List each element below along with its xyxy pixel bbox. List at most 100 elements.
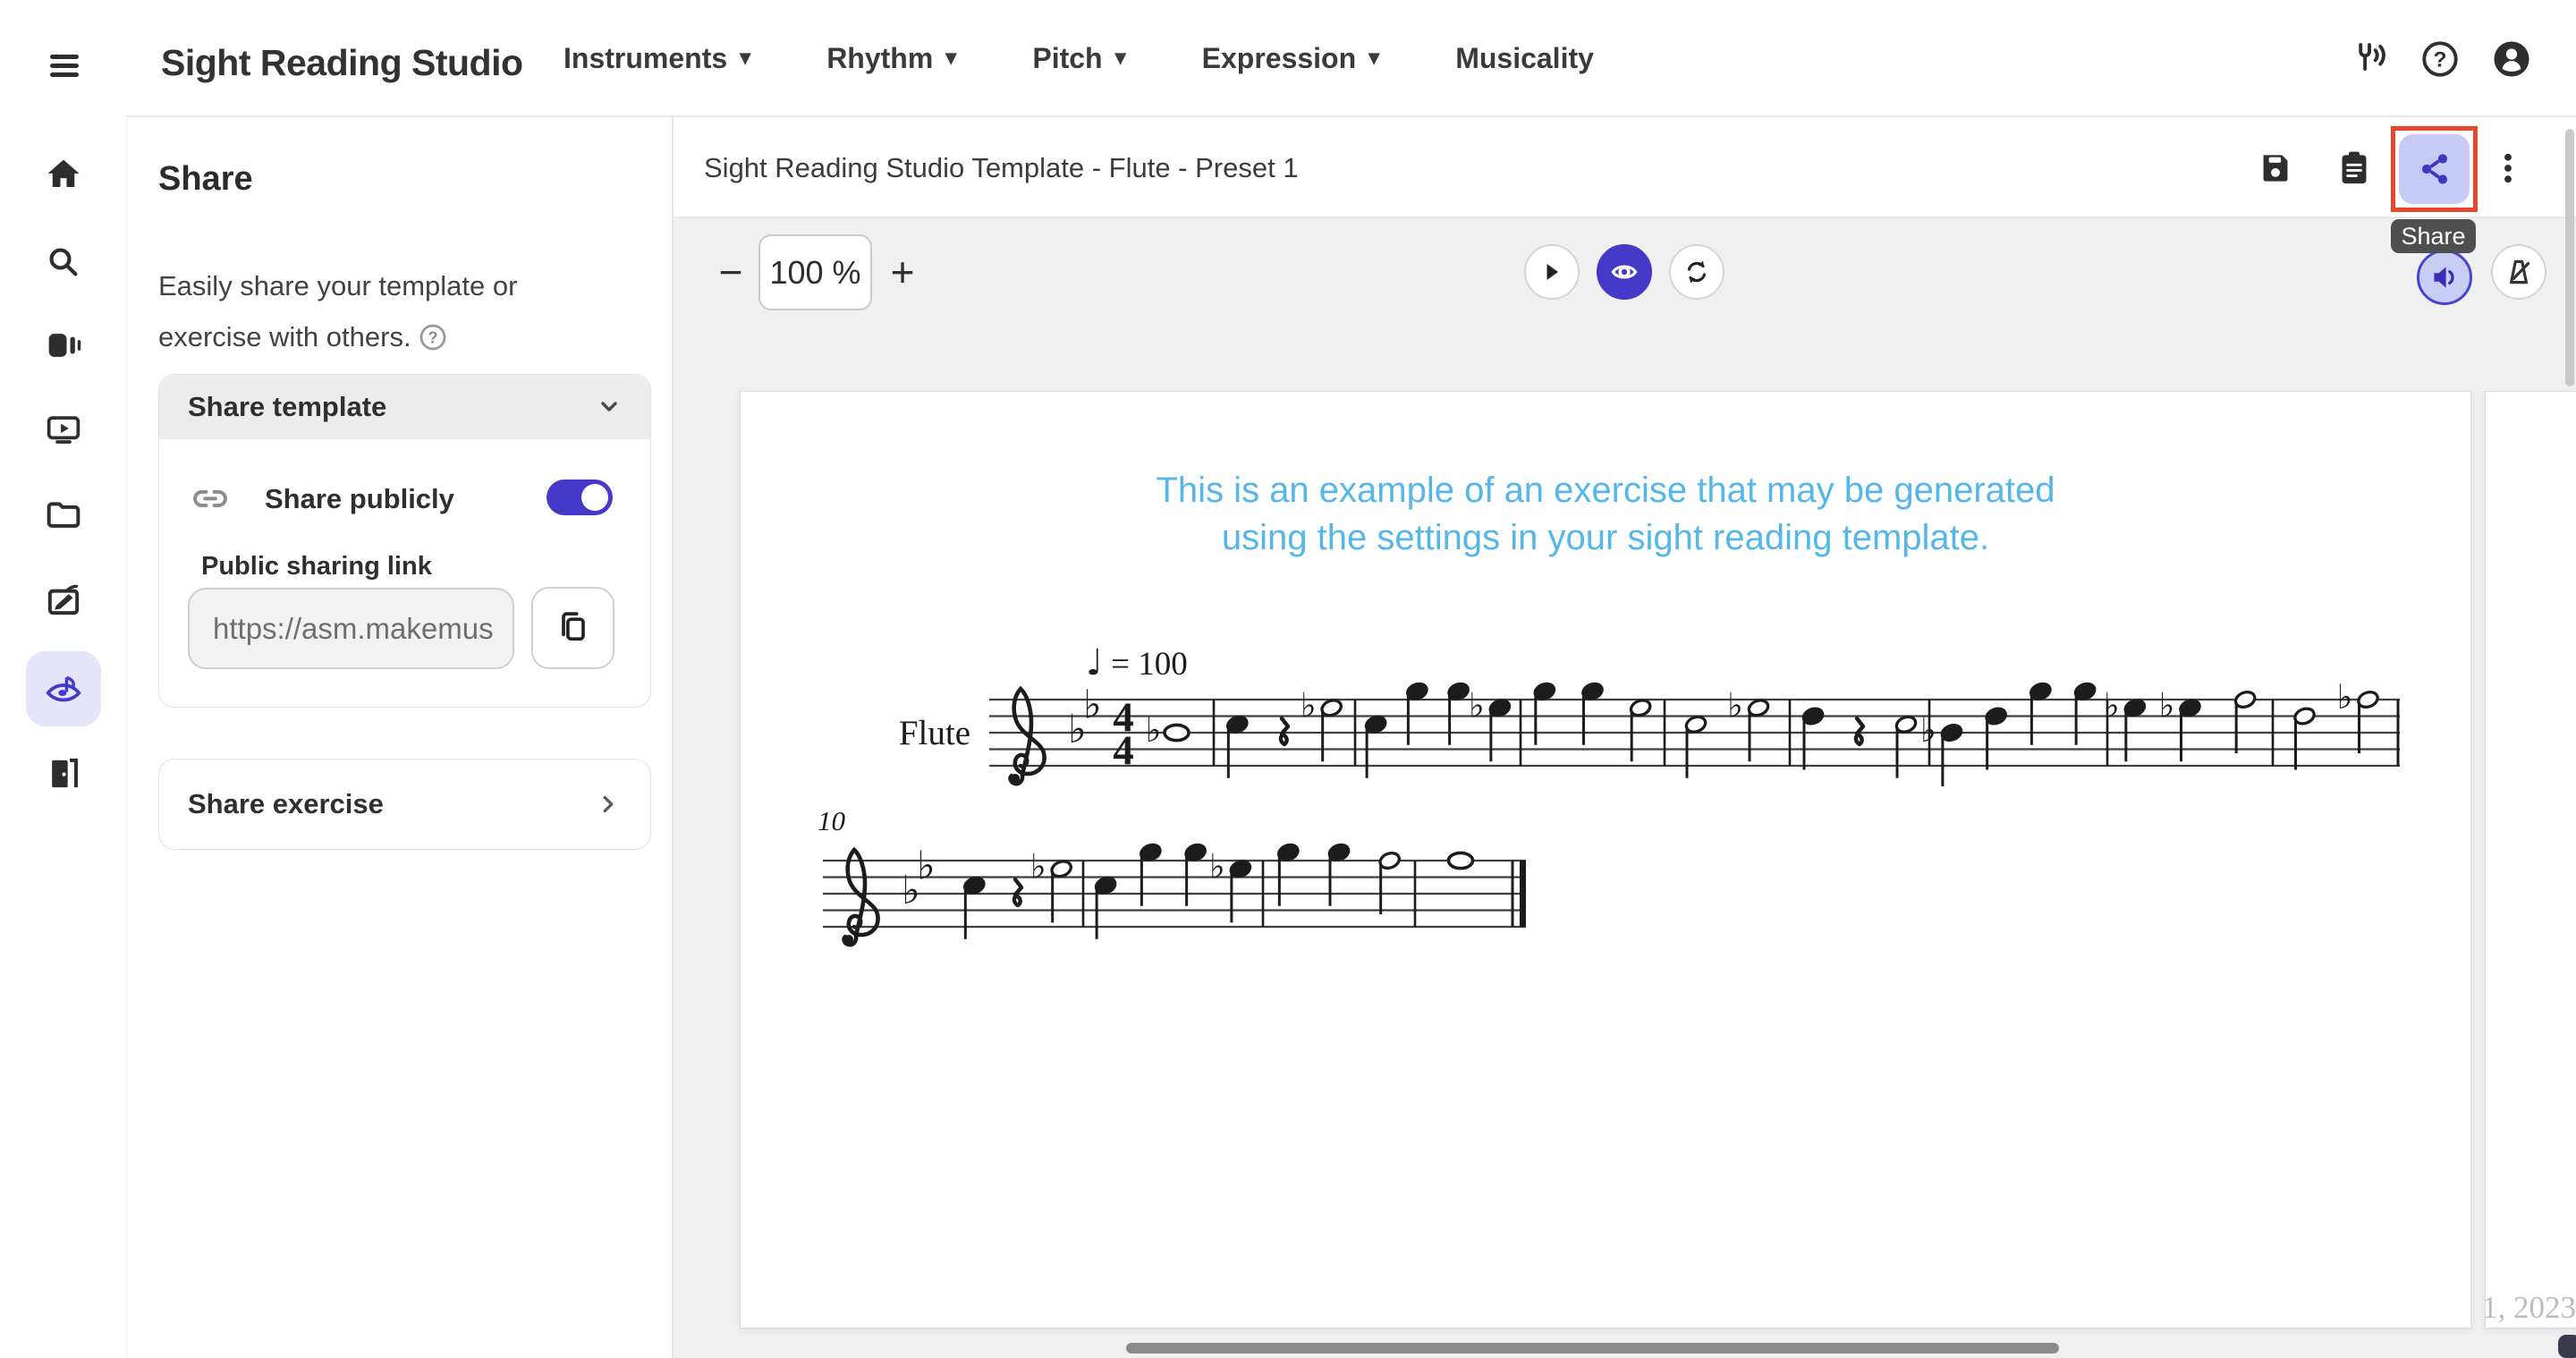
svg-text:♩ = 100: ♩ = 100	[1086, 642, 1188, 683]
share-tooltip: Share	[2391, 219, 2476, 253]
play-icon	[1536, 256, 1568, 288]
search-icon	[45, 243, 82, 281]
nav-expression[interactable]: Expression▾	[1202, 42, 1380, 75]
speaker-icon	[2428, 260, 2462, 294]
svg-text:♭: ♭	[1146, 710, 1162, 750]
chevron-down-icon	[593, 391, 625, 423]
sidebar-item-compose[interactable]	[26, 562, 101, 637]
more-options-button[interactable]	[2486, 146, 2530, 191]
hamburger-icon	[45, 47, 84, 83]
volume-button[interactable]	[2417, 250, 2472, 305]
nav-instruments[interactable]: Instruments▾	[564, 42, 750, 75]
account-button[interactable]	[2492, 39, 2531, 79]
share-template-header[interactable]: Share template	[159, 375, 650, 439]
sidebar-item-sight-reading[interactable]	[26, 651, 101, 726]
share-publicly-toggle[interactable]	[547, 480, 613, 515]
link-icon	[191, 480, 229, 518]
sidebar-item-home[interactable]	[26, 137, 101, 212]
flashcards-icon	[45, 327, 82, 364]
share-panel-title: Share	[158, 160, 253, 199]
account-icon	[2492, 39, 2531, 79]
video-player-icon	[45, 411, 82, 448]
toggle-knob	[581, 484, 608, 511]
score-page-next	[2485, 391, 2576, 1328]
save-button[interactable]	[2253, 146, 2298, 191]
svg-text:Flute: Flute	[899, 714, 970, 752]
home-icon	[45, 156, 82, 193]
svg-text:♭: ♭	[1301, 685, 1317, 725]
svg-text:4: 4	[1113, 727, 1134, 774]
svg-text:?: ?	[428, 329, 437, 347]
zoom-out-button[interactable]: −	[706, 247, 756, 297]
music-notation: ♭♭44♭♭♭♭♭♭♭♭Flute♩ = 100♭♭10♭♭	[741, 392, 2472, 1329]
main-nav: Instruments▾ Rhythm▾ Pitch▾ Expression▾ …	[564, 0, 1594, 116]
help-circle-icon[interactable]: ?	[419, 317, 447, 368]
app-title: Sight Reading Studio	[161, 42, 523, 84]
copy-link-button[interactable]	[531, 587, 614, 669]
sight-reading-icon	[43, 668, 84, 709]
app-bar: Sight Reading Studio Instruments▾ Rhythm…	[0, 0, 2576, 116]
svg-text:♭: ♭	[1920, 710, 1936, 750]
copy-icon	[554, 608, 593, 648]
score-page: This is an example of an exercise that m…	[740, 391, 2471, 1328]
metronome-icon	[2502, 255, 2536, 289]
tuner-button[interactable]	[2350, 39, 2389, 79]
share-panel: Share Easily share your template or exer…	[128, 117, 674, 1358]
app-root: Sight Reading Studio Instruments▾ Rhythm…	[0, 0, 2576, 1358]
zoom-in-button[interactable]: +	[877, 247, 928, 297]
appbar-divider	[127, 115, 2576, 117]
sidebar-item-search[interactable]	[26, 225, 101, 300]
save-icon	[2256, 149, 2295, 188]
sidebar-item-files[interactable]	[26, 477, 101, 552]
help-icon: ?	[2420, 39, 2460, 79]
nav-musicality[interactable]: Musicality	[1455, 42, 1594, 75]
svg-text:♭: ♭	[1209, 846, 1225, 886]
refresh-icon	[1681, 256, 1713, 288]
svg-text:?: ?	[2434, 48, 2447, 72]
eye-icon	[1607, 255, 1641, 289]
chevron-down-icon: ▾	[1115, 47, 1126, 69]
svg-text:♭: ♭	[1727, 685, 1743, 725]
help-button[interactable]: ?	[2420, 39, 2460, 79]
hamburger-menu-button[interactable]	[43, 47, 86, 86]
share-icon	[2414, 149, 2455, 190]
public-link-label: Public sharing link	[201, 552, 432, 581]
svg-text:10: 10	[818, 805, 846, 836]
share-publicly-row: Share publicly	[159, 471, 650, 527]
document-header: Sight Reading Studio Template - Flute - …	[674, 116, 2576, 218]
metronome-button[interactable]	[2491, 244, 2546, 300]
share-panel-description: Easily share your template or exercise w…	[158, 260, 606, 368]
zoom-level-input[interactable]: 100 %	[758, 234, 872, 310]
main-area: Sight Reading Studio Template - Flute - …	[674, 116, 2576, 1358]
chevron-down-icon: ▾	[740, 47, 750, 69]
horizontal-scrollbar[interactable]	[1126, 1343, 2059, 1354]
nav-pitch[interactable]: Pitch▾	[1032, 42, 1125, 75]
sidebar-rail	[0, 116, 127, 1358]
play-button[interactable]	[1524, 244, 1580, 300]
vertical-scrollbar[interactable]	[2565, 129, 2574, 386]
nav-rhythm[interactable]: Rhythm▾	[826, 42, 956, 75]
svg-text:♭: ♭	[1083, 682, 1102, 727]
svg-text:♭: ♭	[2159, 685, 2175, 725]
svg-text:♭: ♭	[2104, 685, 2120, 725]
scrollbar-corner	[2558, 1335, 2576, 1358]
sidebar-item-flashcards[interactable]	[26, 308, 101, 383]
sidebar-item-videos[interactable]	[26, 392, 101, 467]
clipboard-button[interactable]	[2332, 146, 2377, 191]
clipboard-icon	[2334, 149, 2374, 188]
folder-icon	[45, 496, 82, 533]
svg-text:♭: ♭	[1030, 846, 1046, 886]
share-exercise-card[interactable]: Share exercise	[158, 759, 651, 850]
preview-button[interactable]	[1597, 244, 1652, 300]
sidebar-item-exit[interactable]	[26, 736, 101, 811]
compose-icon	[45, 581, 82, 618]
document-title: Sight Reading Studio Template - Flute - …	[704, 152, 1299, 184]
share-button[interactable]	[2399, 134, 2470, 204]
regenerate-button[interactable]	[1669, 244, 1724, 300]
svg-text:♭: ♭	[1469, 685, 1485, 725]
svg-text:♭: ♭	[917, 843, 936, 888]
public-link-input[interactable]	[188, 588, 514, 669]
chevron-down-icon: ▾	[945, 47, 956, 69]
exit-door-icon	[45, 755, 82, 793]
svg-text:♭: ♭	[2337, 677, 2353, 717]
